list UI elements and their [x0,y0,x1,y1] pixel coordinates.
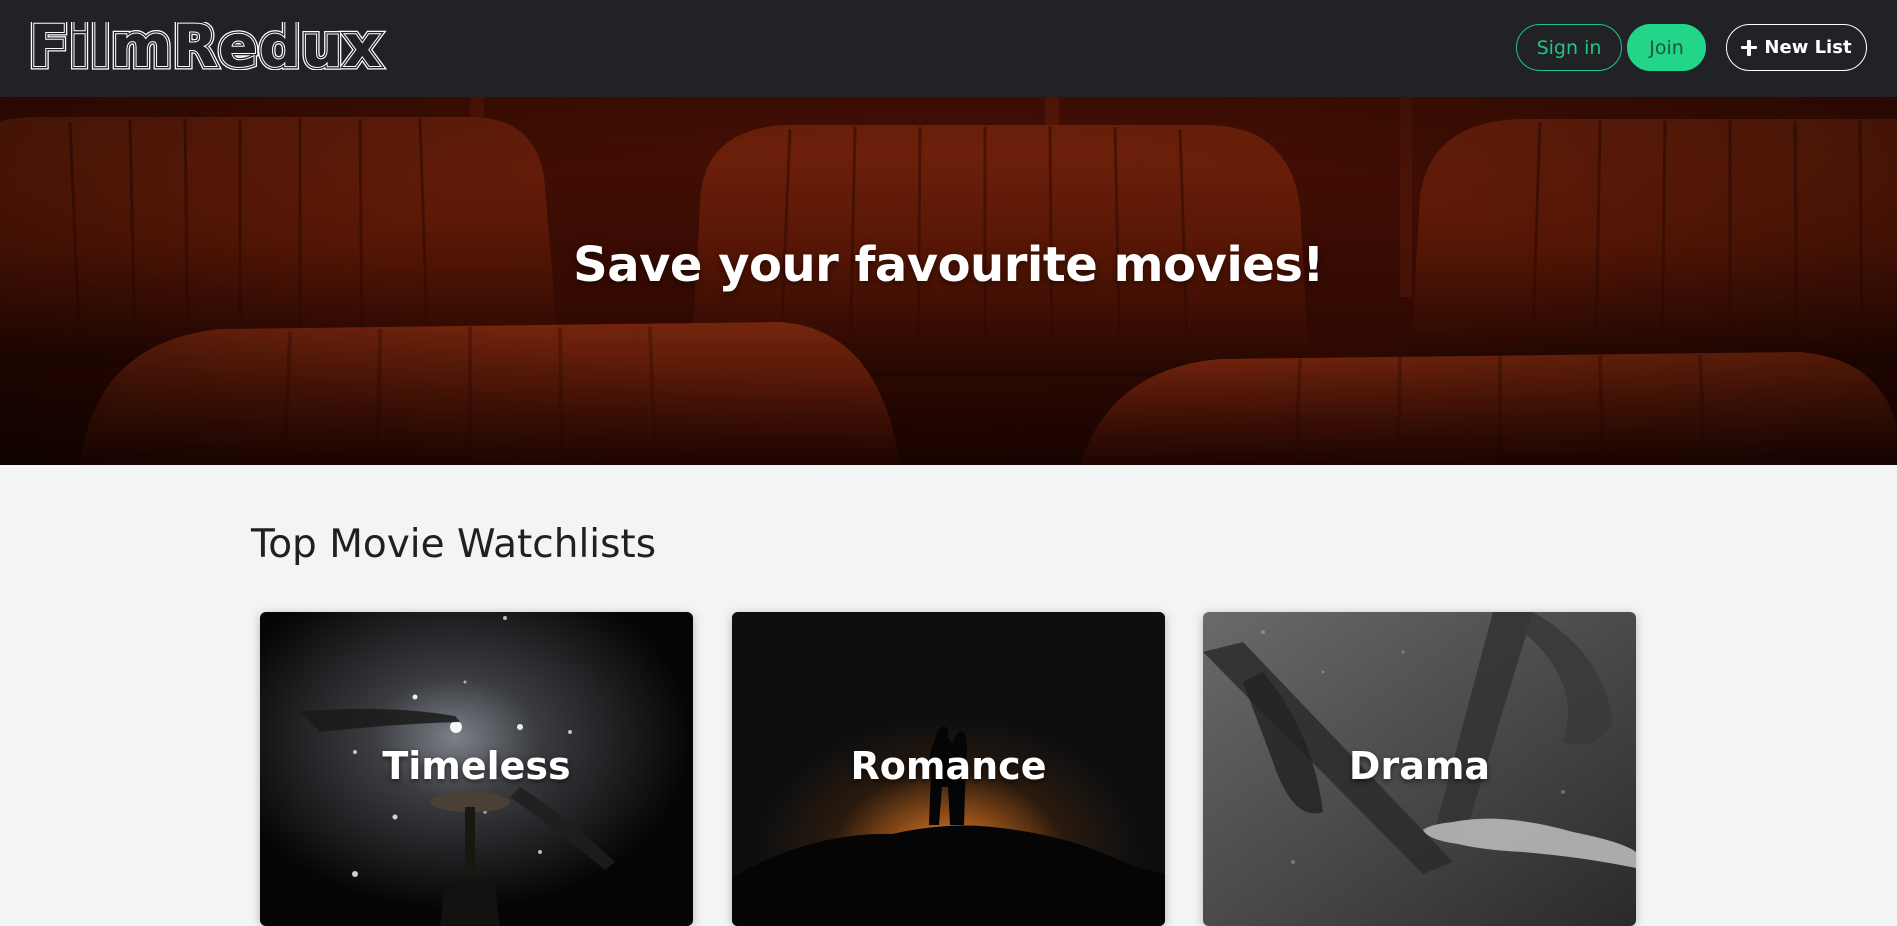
new-list-label: New List [1764,37,1852,58]
top-navbar: FilmRedux FilmRedux FilmRedux FilmRedux … [0,0,1897,97]
brand-logo[interactable]: FilmRedux FilmRedux FilmRedux FilmRedux [29,22,409,70]
sign-in-button[interactable]: Sign in [1516,24,1622,71]
hero-banner: Save your favourite movies! [0,97,1897,465]
watchlist-card-timeless[interactable]: Timeless [260,612,693,926]
watchlist-card-romance[interactable]: Romance [732,612,1165,926]
plus-icon [1741,39,1758,56]
brand-logo-graphic: FilmRedux FilmRedux FilmRedux FilmRedux [29,22,385,70]
watchlist-label: Romance [850,744,1047,788]
section-title: Top Movie Watchlists [251,522,657,567]
watchlist-card-drama[interactable]: Drama [1203,612,1636,926]
hero-title: Save your favourite movies! [573,237,1324,293]
svg-text:FilmRedux: FilmRedux [29,22,382,70]
watchlist-label: Timeless [382,744,571,788]
watchlist-label: Drama [1348,744,1491,788]
join-label: Join [1649,36,1684,59]
new-list-button[interactable]: New List [1726,24,1867,71]
join-button[interactable]: Join [1627,24,1706,71]
sign-in-label: Sign in [1536,36,1602,59]
